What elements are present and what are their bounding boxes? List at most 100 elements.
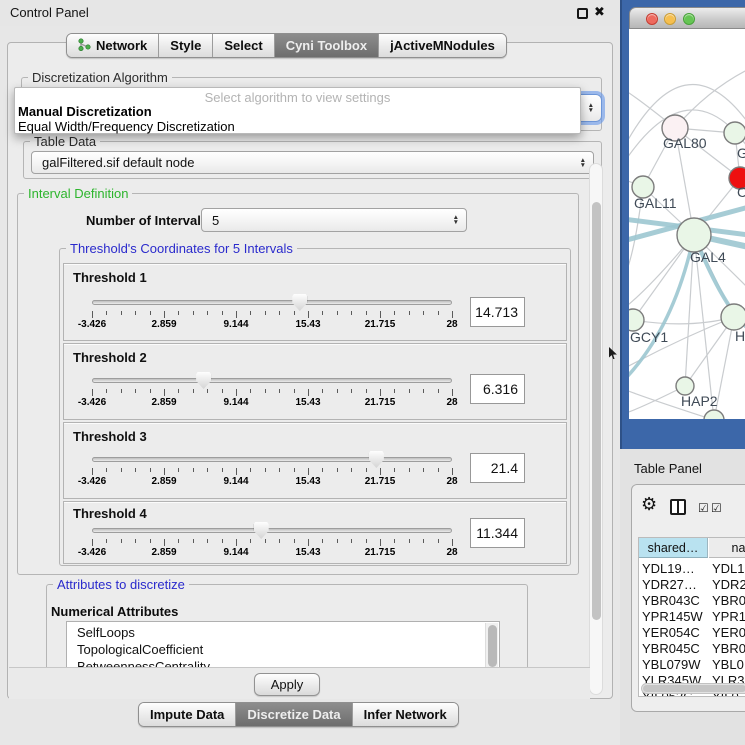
tab-network[interactable]: Network bbox=[67, 34, 158, 57]
slider-thumb[interactable] bbox=[369, 451, 384, 468]
slider-thumb[interactable] bbox=[196, 372, 211, 389]
scrollbar-thumb[interactable] bbox=[643, 685, 745, 692]
float-panel-icon[interactable] bbox=[577, 8, 588, 19]
threshold-1-value-field[interactable]: 14.713 bbox=[470, 297, 525, 327]
tick-mark bbox=[351, 539, 352, 543]
panel-vertical-scrollbar[interactable] bbox=[589, 163, 603, 695]
checkbox-icon[interactable]: ☑ bbox=[711, 501, 722, 515]
tab-select[interactable]: Select bbox=[212, 34, 273, 57]
number-of-intervals-combo[interactable]: 5 ▲▼ bbox=[201, 208, 467, 232]
tick-mark bbox=[351, 389, 352, 393]
numerical-attributes-list[interactable]: SelfLoopsTopologicalCoefficientBetweenne… bbox=[66, 621, 500, 667]
attributes-list-scrollbar[interactable] bbox=[485, 623, 498, 667]
threshold-3-value-field[interactable]: 21.4 bbox=[470, 453, 525, 483]
close-panel-icon[interactable]: ✖ bbox=[594, 4, 605, 20]
attribute-list-item[interactable]: TopologicalCoefficient bbox=[77, 642, 203, 659]
tick-mark bbox=[394, 468, 395, 472]
column-header-name[interactable]: na bbox=[709, 538, 745, 558]
table-row[interactable]: YER054CYER0 bbox=[639, 625, 745, 641]
table-row[interactable]: YBR043CYBR0 bbox=[639, 593, 745, 609]
popup-option-equal-width-frequency[interactable]: Equal Width/Frequency Discretization bbox=[18, 119, 235, 134]
tick-mark bbox=[135, 311, 136, 315]
window-zoom-icon[interactable] bbox=[683, 13, 695, 25]
control-panel-tabbar: NetworkStyle Select Cyni ToolboxjActiveMNo… bbox=[66, 33, 507, 58]
slider-track[interactable] bbox=[92, 528, 452, 533]
tab-impute-data[interactable]: Impute Data bbox=[139, 703, 235, 726]
table-row[interactable]: YBR045CYBR0 bbox=[639, 641, 745, 657]
network-node-label: C bbox=[737, 184, 745, 200]
network-canvas[interactable]: GAL80GCGAL11GAL4GCY1HHAP2 bbox=[629, 29, 745, 419]
tab-jactivemnodules[interactable]: jActiveMNodules bbox=[378, 34, 506, 57]
attribute-list-item[interactable]: BetweennessCentrality bbox=[77, 659, 210, 667]
tick-mark bbox=[222, 468, 223, 472]
tick-mark bbox=[236, 389, 237, 396]
scale-label: 2.859 bbox=[151, 547, 176, 558]
network-node-gcy1[interactable] bbox=[629, 309, 644, 331]
tick-mark bbox=[236, 468, 237, 475]
threshold-4-slider[interactable]: -3.4262.8599.14415.4321.71528 bbox=[92, 522, 452, 562]
scale-label: 2.859 bbox=[151, 476, 176, 487]
threshold-1-slider[interactable]: -3.4262.8599.14415.4321.71528 bbox=[92, 294, 452, 334]
tab-style[interactable]: Style bbox=[158, 34, 212, 57]
tick-mark bbox=[279, 389, 280, 393]
tick-mark bbox=[351, 311, 352, 315]
threshold-2-slider[interactable]: -3.4262.8599.14415.4321.71528 bbox=[92, 372, 452, 412]
tick-mark bbox=[322, 539, 323, 543]
combo-stepper-icon: ▲▼ bbox=[588, 103, 594, 113]
tab-infer-network[interactable]: Infer Network bbox=[352, 703, 458, 726]
slider-thumb[interactable] bbox=[292, 294, 307, 311]
tick-mark bbox=[164, 389, 165, 396]
cell-shared-name: YBL079W bbox=[642, 657, 701, 672]
slider-track[interactable] bbox=[92, 457, 452, 462]
window-close-icon[interactable] bbox=[646, 13, 658, 25]
network-node-gal4[interactable] bbox=[677, 218, 711, 252]
cyni-toolbox-panel: Discretization Algorithm ▲▼ Select algor… bbox=[7, 42, 613, 699]
tick-mark bbox=[150, 311, 151, 315]
gear-icon[interactable]: ⚙ bbox=[641, 494, 657, 515]
popup-option-manual-discretization[interactable]: Manual Discretization bbox=[18, 104, 152, 119]
tick-mark bbox=[150, 468, 151, 472]
table-horizontal-scrollbar[interactable] bbox=[641, 683, 745, 694]
threshold-3-label: Threshold 3 bbox=[73, 429, 147, 444]
tab-discretize-data[interactable]: Discretize Data bbox=[235, 703, 351, 726]
tab-label: Select bbox=[224, 38, 262, 53]
tick-mark bbox=[106, 468, 107, 472]
tick-mark bbox=[121, 468, 122, 472]
scrollbar-thumb[interactable] bbox=[488, 625, 497, 667]
slider-track[interactable] bbox=[92, 378, 452, 383]
slider-track[interactable] bbox=[92, 300, 452, 305]
tick-mark bbox=[394, 539, 395, 543]
slider-thumb[interactable] bbox=[254, 522, 269, 539]
threshold-3-slider[interactable]: -3.4262.8599.14415.4321.71528 bbox=[92, 451, 452, 491]
popup-placeholder-option[interactable]: Select algorithm to view settings bbox=[15, 90, 580, 105]
checkbox-icon[interactable]: ☑ bbox=[698, 501, 709, 515]
network-window-titlebar[interactable] bbox=[629, 7, 745, 29]
tick-mark bbox=[452, 468, 453, 475]
tick-mark bbox=[236, 539, 237, 546]
tick-mark bbox=[409, 311, 410, 315]
table-row[interactable]: YPR145WYPR1 bbox=[639, 609, 745, 625]
attribute-list-item[interactable]: SelfLoops bbox=[77, 625, 135, 642]
threshold-4-value-field[interactable]: 11.344 bbox=[470, 518, 525, 548]
scrollbar-thumb[interactable] bbox=[592, 202, 601, 620]
tick-mark bbox=[380, 389, 381, 396]
tab-cyni-toolbox[interactable]: Cyni Toolbox bbox=[274, 34, 378, 57]
network-edge-highlighted bbox=[629, 235, 694, 381]
scale-label: 9.144 bbox=[223, 547, 248, 558]
tick-mark bbox=[150, 539, 151, 543]
threshold-2-value-field[interactable]: 6.316 bbox=[470, 374, 525, 404]
table-row[interactable]: YDR27…YDR2 bbox=[639, 577, 745, 593]
tick-mark bbox=[322, 311, 323, 315]
column-header-shared-name[interactable]: shared… bbox=[639, 538, 708, 558]
table-row[interactable]: YBL079WYBL0 bbox=[639, 657, 745, 673]
window-minimize-icon[interactable] bbox=[664, 13, 676, 25]
network-node[interactable] bbox=[724, 122, 745, 144]
apply-button[interactable]: Apply bbox=[254, 673, 320, 696]
columns-icon[interactable] bbox=[670, 499, 686, 515]
network-node[interactable] bbox=[704, 410, 724, 419]
network-node-h[interactable] bbox=[721, 304, 745, 330]
scale-label: 2.859 bbox=[151, 319, 176, 330]
tab-label: Infer Network bbox=[364, 707, 447, 722]
threshold-4-label: Threshold 4 bbox=[73, 506, 147, 521]
table-row[interactable]: YDL19…YDL1 bbox=[639, 561, 745, 577]
